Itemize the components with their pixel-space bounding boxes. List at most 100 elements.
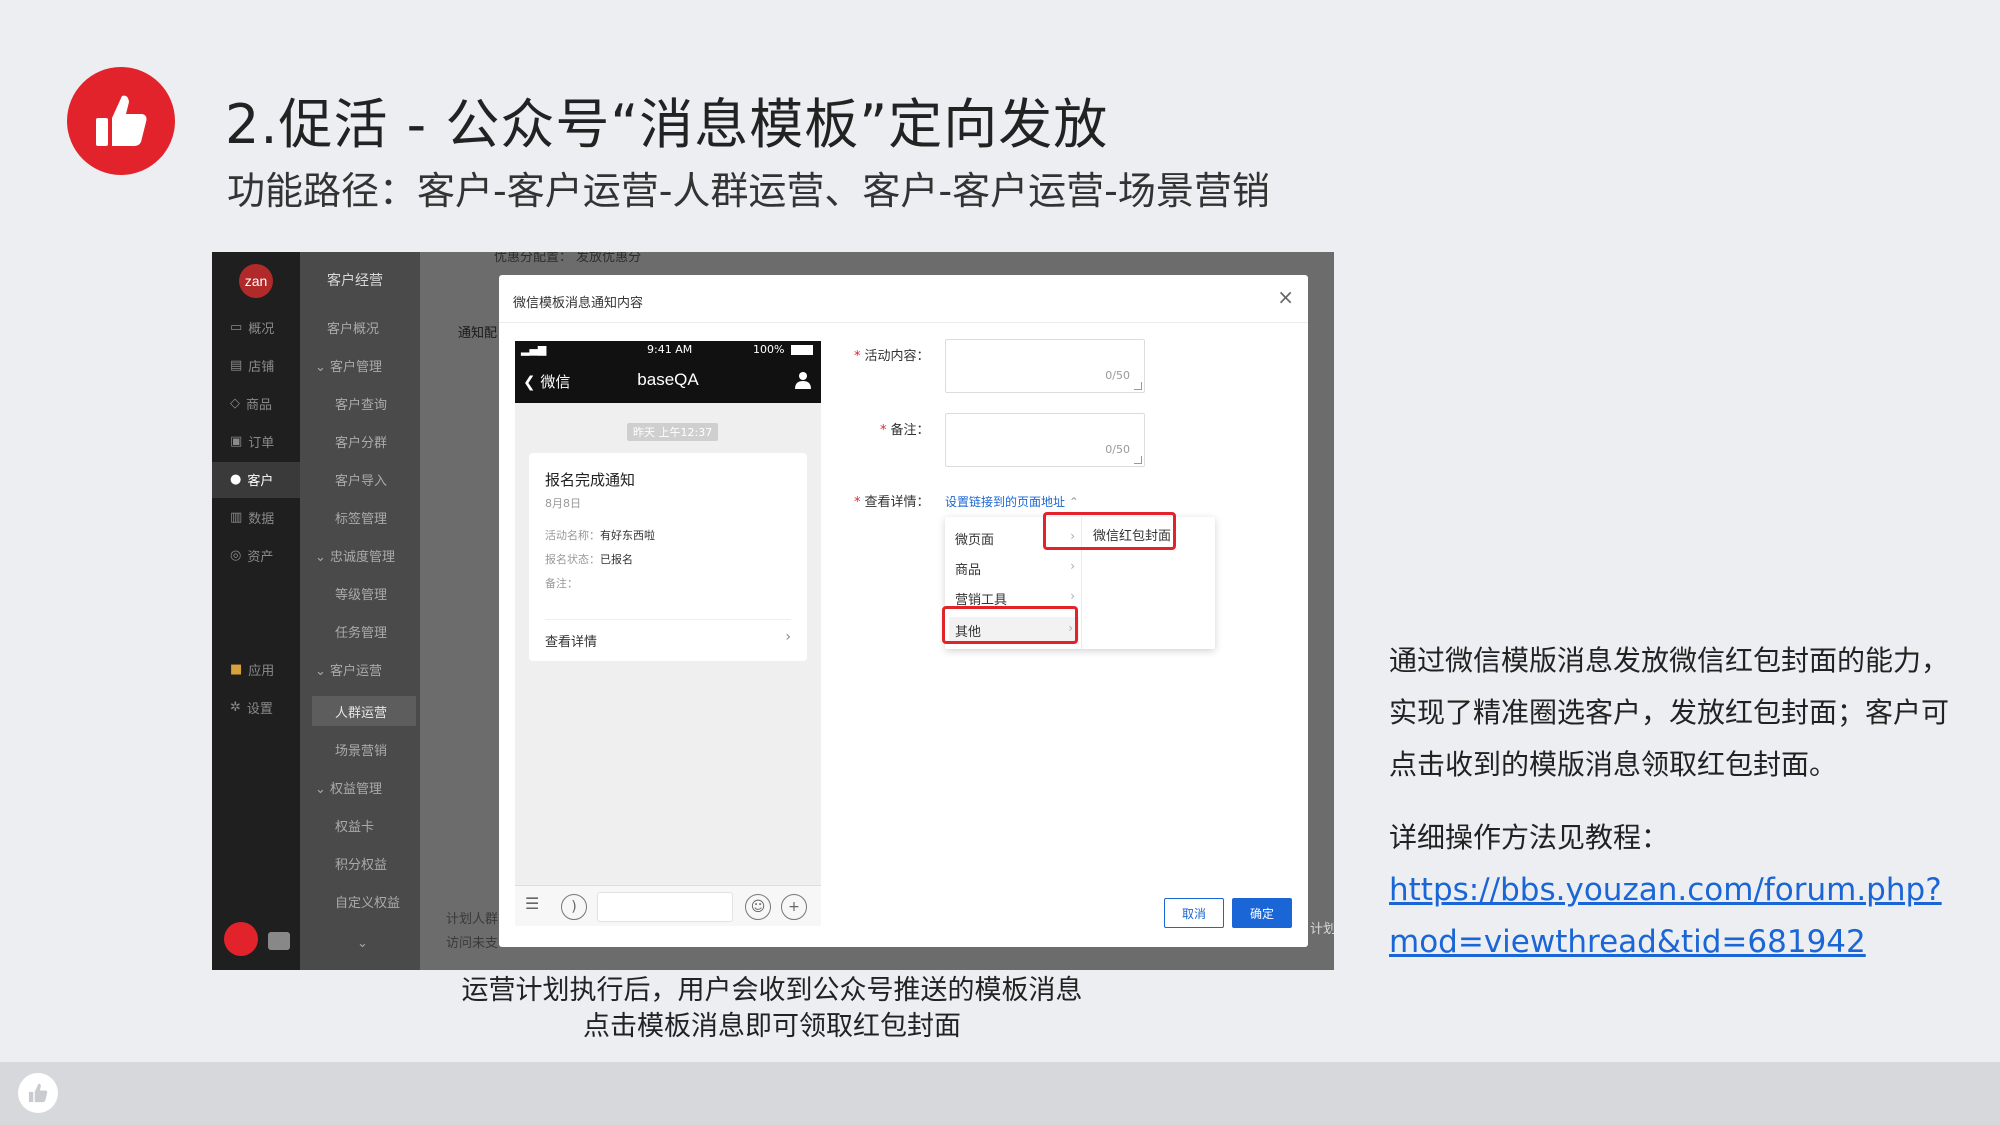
- cancel-button[interactable]: 取消: [1164, 898, 1224, 928]
- sub-item-rights-card[interactable]: 权益卡: [335, 816, 374, 835]
- sidebar-item-goods[interactable]: ◇ 商品: [230, 394, 272, 413]
- sub-item-loyalty-management[interactable]: ⌄ 忠诚度管理: [315, 546, 395, 565]
- plus-icon[interactable]: +: [781, 894, 807, 920]
- sidebar-item-settings[interactable]: ✲ 设置: [230, 698, 273, 717]
- app-logo[interactable]: zan: [239, 264, 273, 298]
- chat-icon[interactable]: [268, 932, 290, 950]
- footer-thumbs-up-icon: [18, 1073, 58, 1113]
- card-divider: [545, 619, 791, 620]
- sub-item-task-management[interactable]: 任务管理: [335, 622, 387, 641]
- highlight-box-other: [942, 606, 1078, 644]
- coin-icon: ◎: [230, 548, 242, 563]
- message-timestamp: 昨天 上午12:37: [627, 423, 719, 441]
- sidebar-item-overview[interactable]: ▭ 概况: [230, 318, 274, 337]
- card-detail-link[interactable]: 查看详情: [545, 631, 597, 650]
- remark-counter: 0/50: [1105, 443, 1130, 456]
- sub-item-points-rights[interactable]: 积分权益: [335, 854, 387, 873]
- guide-block: 详细操作方法见教程： https://bbs.youzan.com/forum.…: [1389, 812, 1949, 968]
- sub-item-customer-import[interactable]: 客户导入: [335, 470, 387, 489]
- template-message-modal: 微信模板消息通知内容 × ▂▄▆ 9:41 AM 100% ❮ 微信 baseQ…: [499, 275, 1308, 947]
- person-icon: ●: [230, 472, 242, 487]
- sub-item-customer-operation[interactable]: ⌄ 客户运营: [315, 660, 382, 679]
- phone-nav-bar: ❮ 微信 baseQA: [515, 359, 821, 403]
- footer-bar: [0, 1062, 2000, 1125]
- resize-handle-icon[interactable]: [1134, 456, 1142, 464]
- app-screenshot: zan ▭ 概况 ▤ 店铺 ◇ 商品 ▣ 订单 ● 客户 ▥ 数据 ◎ 资产 ■ 应用 ✲ 设置 …: [212, 252, 1334, 970]
- signal-icon: ▂▄▆: [521, 343, 547, 356]
- sidebar-item-assets[interactable]: ◎ 资产: [230, 546, 273, 565]
- background-visit-label: 访问未支: [446, 936, 499, 951]
- detail-label: * 查看详情：: [854, 495, 930, 510]
- battery-icon: [791, 345, 813, 355]
- feature-description: 通过微信模版消息发放微信红包封面的能力，实现了精准圈选客户，发放红包封面；客户可…: [1389, 644, 1950, 781]
- close-icon[interactable]: ×: [1277, 287, 1294, 307]
- background-partial-field: 优惠分配置： 发放优惠分: [494, 252, 642, 265]
- chevron-up-icon: ⌃: [1068, 495, 1079, 509]
- guide-label: 详细操作方法见教程：: [1389, 821, 1670, 854]
- sidebar-item-orders[interactable]: ▣ 订单: [230, 432, 274, 451]
- sub-item-crowd-operation[interactable]: 人群运营: [335, 702, 387, 721]
- tag-icon: ◇: [230, 396, 240, 411]
- slide-title: 2.促活 - 公众号“消息模板”定向发放: [225, 93, 1109, 156]
- emoji-icon[interactable]: ☺: [745, 894, 771, 920]
- sub-sidebar-header: 客户经营: [327, 273, 383, 289]
- phone-input-bar: ☰ ) ☺ +: [515, 885, 821, 926]
- confirm-button[interactable]: 确定: [1232, 898, 1292, 928]
- apps-icon: ■: [230, 662, 243, 677]
- detail-link-selector[interactable]: 设置链接到的页面地址 ⌃: [945, 493, 1079, 510]
- phone-status-bar: ▂▄▆ 9:41 AM 100%: [515, 341, 821, 359]
- sub-item-custom-rights[interactable]: 自定义权益: [335, 892, 400, 911]
- background-plan-button[interactable]: 计划: [1310, 918, 1334, 937]
- person-icon[interactable]: [795, 371, 811, 389]
- background-notice-label: 通知配: [458, 326, 498, 341]
- modal-title: 微信模板消息通知内容: [513, 296, 644, 311]
- card-field-remark: 备注：: [545, 577, 578, 590]
- account-name: baseQA: [637, 370, 699, 389]
- sub-item-scene-marketing[interactable]: 场景营销: [335, 740, 387, 759]
- guide-link[interactable]: https://bbs.youzan.com/forum.php?mod=vie…: [1389, 864, 1949, 968]
- remark-textarea[interactable]: 0/50: [945, 413, 1145, 467]
- sidebar-item-apps[interactable]: ■ 应用: [230, 660, 274, 679]
- battery-level: 100%: [753, 343, 785, 356]
- slide-subtitle: 功能路径：客户-客户运营-人群运营、客户-客户运营-场景营销: [227, 169, 1270, 213]
- sidebar-item-data[interactable]: ▥ 数据: [230, 508, 274, 527]
- background-plan-label: 计划人群: [446, 912, 499, 927]
- caption-line-2: 点击模板消息即可领取红包封面: [583, 1011, 961, 1042]
- gear-icon: ✲: [230, 700, 241, 715]
- chevron-right-icon: ›: [785, 629, 791, 645]
- card-field-activity: 活动名称：有好东西啦: [545, 529, 655, 542]
- store-icon: ▤: [230, 358, 243, 373]
- monitor-icon: ▭: [230, 320, 243, 335]
- remark-label: * 备注：: [880, 423, 930, 438]
- sub-item-customer-overview[interactable]: 客户概况: [327, 318, 379, 337]
- modal-header: 微信模板消息通知内容 ×: [499, 275, 1308, 323]
- cascader-item-goods[interactable]: 商品 ›: [955, 559, 1075, 578]
- message-input[interactable]: [597, 892, 733, 922]
- content-label: * 活动内容：: [854, 349, 930, 364]
- sidebar-item-store[interactable]: ▤ 店铺: [230, 356, 274, 375]
- card-title: 报名完成通知: [545, 471, 636, 489]
- caption-line-1: 运营计划执行后，用户会收到公众号推送的模板消息: [461, 975, 1083, 1006]
- sub-item-customer-segments[interactable]: 客户分群: [335, 432, 387, 451]
- thumbs-up-logo-icon: [67, 67, 175, 175]
- phone-preview: ▂▄▆ 9:41 AM 100% ❮ 微信 baseQA 昨天 上午12:37 …: [515, 341, 821, 926]
- chevron-down-icon[interactable]: ⌄: [357, 936, 368, 951]
- screenshot-caption: 运营计划执行后，用户会收到公众号推送的模板消息 点击模板消息即可领取红包封面: [372, 973, 1172, 1045]
- status-time: 9:41 AM: [647, 343, 693, 356]
- template-message-card[interactable]: 报名完成通知 8月8日 活动名称：有好东西啦 报名状态：已报名 备注： 查看详情…: [529, 453, 807, 661]
- sub-item-tag-management[interactable]: 标签管理: [335, 508, 387, 527]
- menu-list-icon[interactable]: ☰: [525, 894, 539, 913]
- help-bubble-icon[interactable]: [224, 922, 258, 956]
- sidebar-item-customers[interactable]: ● 客户: [230, 470, 273, 489]
- content-textarea[interactable]: 0/50: [945, 339, 1145, 393]
- sub-item-rights-management[interactable]: ⌄ 权益管理: [315, 778, 382, 797]
- content-counter: 0/50: [1105, 369, 1130, 382]
- voice-icon[interactable]: ): [561, 894, 587, 920]
- card-field-status: 报名状态：已报名: [545, 553, 633, 566]
- order-icon: ▣: [230, 434, 243, 449]
- highlight-box-red-packet: [1043, 512, 1176, 550]
- sub-item-level-management[interactable]: 等级管理: [335, 584, 387, 603]
- sub-item-customer-query[interactable]: 客户查询: [335, 394, 387, 413]
- sub-item-customer-management[interactable]: ⌄ 客户管理: [315, 356, 382, 375]
- resize-handle-icon[interactable]: [1134, 382, 1142, 390]
